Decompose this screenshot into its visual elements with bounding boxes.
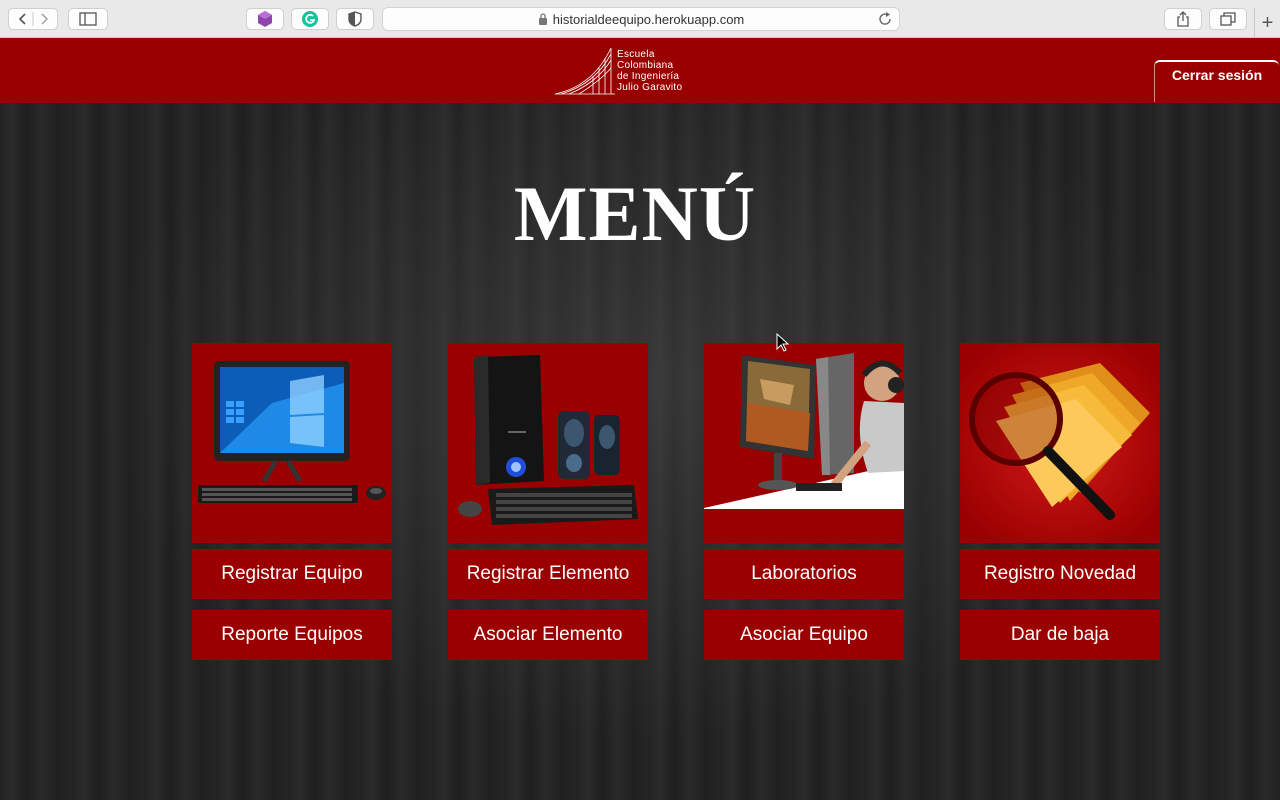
tabs-icon: [1220, 12, 1236, 26]
laboratorios-button[interactable]: Laboratorios: [704, 549, 904, 599]
share-button[interactable]: [1164, 8, 1202, 30]
desktop-tower-speakers-icon: [458, 355, 638, 525]
folders-magnifier-icon: [960, 343, 1160, 543]
main-content: MENÚ Registrar Equipo Reporte Equipos Re…: [0, 103, 1280, 800]
dar-de-baja-button[interactable]: Dar de baja: [960, 610, 1160, 660]
registrar-equipo-button[interactable]: Registrar Equipo: [192, 549, 392, 599]
url-text: historialdeequipo.herokuapp.com: [552, 11, 745, 27]
lock-icon: [538, 13, 547, 25]
sidebar-toggle-button[interactable]: [68, 8, 108, 30]
logo-line: de Ingeniería: [617, 71, 680, 82]
asociar-equipo-button[interactable]: Asociar Equipo: [704, 610, 904, 660]
page-title: MENÚ: [513, 170, 757, 257]
gamer-at-computer-icon: [704, 353, 904, 543]
tabs-overview-button[interactable]: [1209, 8, 1247, 30]
logout-button[interactable]: Cerrar sesión: [1154, 60, 1279, 102]
card-image-folders-magnifier[interactable]: [960, 343, 1160, 543]
school-logo[interactable]: Escuela Colombiana de Ingeniería Julio G…: [553, 46, 708, 96]
reporte-equipos-button[interactable]: Reporte Equipos: [192, 610, 392, 660]
shield-icon: [348, 11, 362, 27]
back-forward-buttons[interactable]: [8, 8, 58, 30]
reload-icon[interactable]: [877, 11, 893, 27]
logo-line: Colombiana: [617, 60, 674, 71]
extension-button[interactable]: [246, 8, 284, 30]
plus-icon: +: [1261, 11, 1274, 34]
mouse-cursor-icon: [776, 333, 790, 352]
card-image-desktop-tower-speakers[interactable]: [448, 343, 648, 543]
share-icon: [1177, 11, 1189, 27]
cube-icon: [258, 11, 272, 27]
logo-mark-icon: [554, 47, 615, 95]
logo-text: Escuela Colombiana de Ingeniería Julio G…: [617, 49, 682, 93]
card-image-gamer-at-computer[interactable]: [704, 343, 904, 543]
logo-line: Julio Garavito: [617, 82, 683, 93]
grammarly-icon: [302, 11, 318, 27]
site-header: Escuela Colombiana de Ingeniería Julio G…: [0, 38, 1280, 103]
asociar-elemento-button[interactable]: Asociar Elemento: [448, 610, 648, 660]
grammarly-button[interactable]: [291, 8, 329, 30]
logo-line: Escuela: [617, 49, 655, 60]
privacy-button[interactable]: [336, 8, 374, 30]
card-image-all-in-one-computer[interactable]: [192, 343, 392, 543]
sidebar-icon: [79, 12, 97, 26]
back-forward-icon: [18, 12, 49, 26]
all-in-one-computer-icon: [198, 361, 386, 503]
new-tab-button[interactable]: +: [1254, 8, 1280, 38]
registrar-elemento-button[interactable]: Registrar Elemento: [448, 549, 648, 599]
address-bar[interactable]: historialdeequipo.herokuapp.com: [382, 7, 900, 31]
browser-toolbar: historialdeequipo.herokuapp.com +: [0, 0, 1280, 38]
registro-novedad-button[interactable]: Registro Novedad: [960, 549, 1160, 599]
